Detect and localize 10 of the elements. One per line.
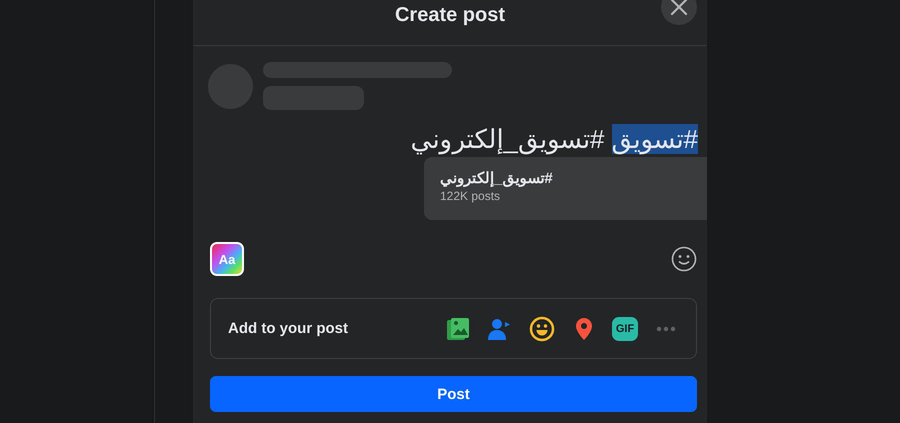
post-text-field[interactable]: #تسويق #تسويق_إلكتروني (193, 110, 707, 156)
post-button[interactable]: Post (210, 376, 697, 412)
close-icon (670, 0, 688, 16)
gif-button[interactable]: GIF (612, 316, 638, 340)
dialog-title: Create post (394, 4, 506, 27)
post-count: 122K posts (440, 189, 502, 203)
add-to-post-label: Add to your post (228, 320, 348, 337)
emoji-button[interactable] (670, 245, 698, 273)
hashtag-text: #تسويق_إلكتروني (440, 169, 553, 187)
feeling-icon[interactable] (528, 314, 556, 342)
